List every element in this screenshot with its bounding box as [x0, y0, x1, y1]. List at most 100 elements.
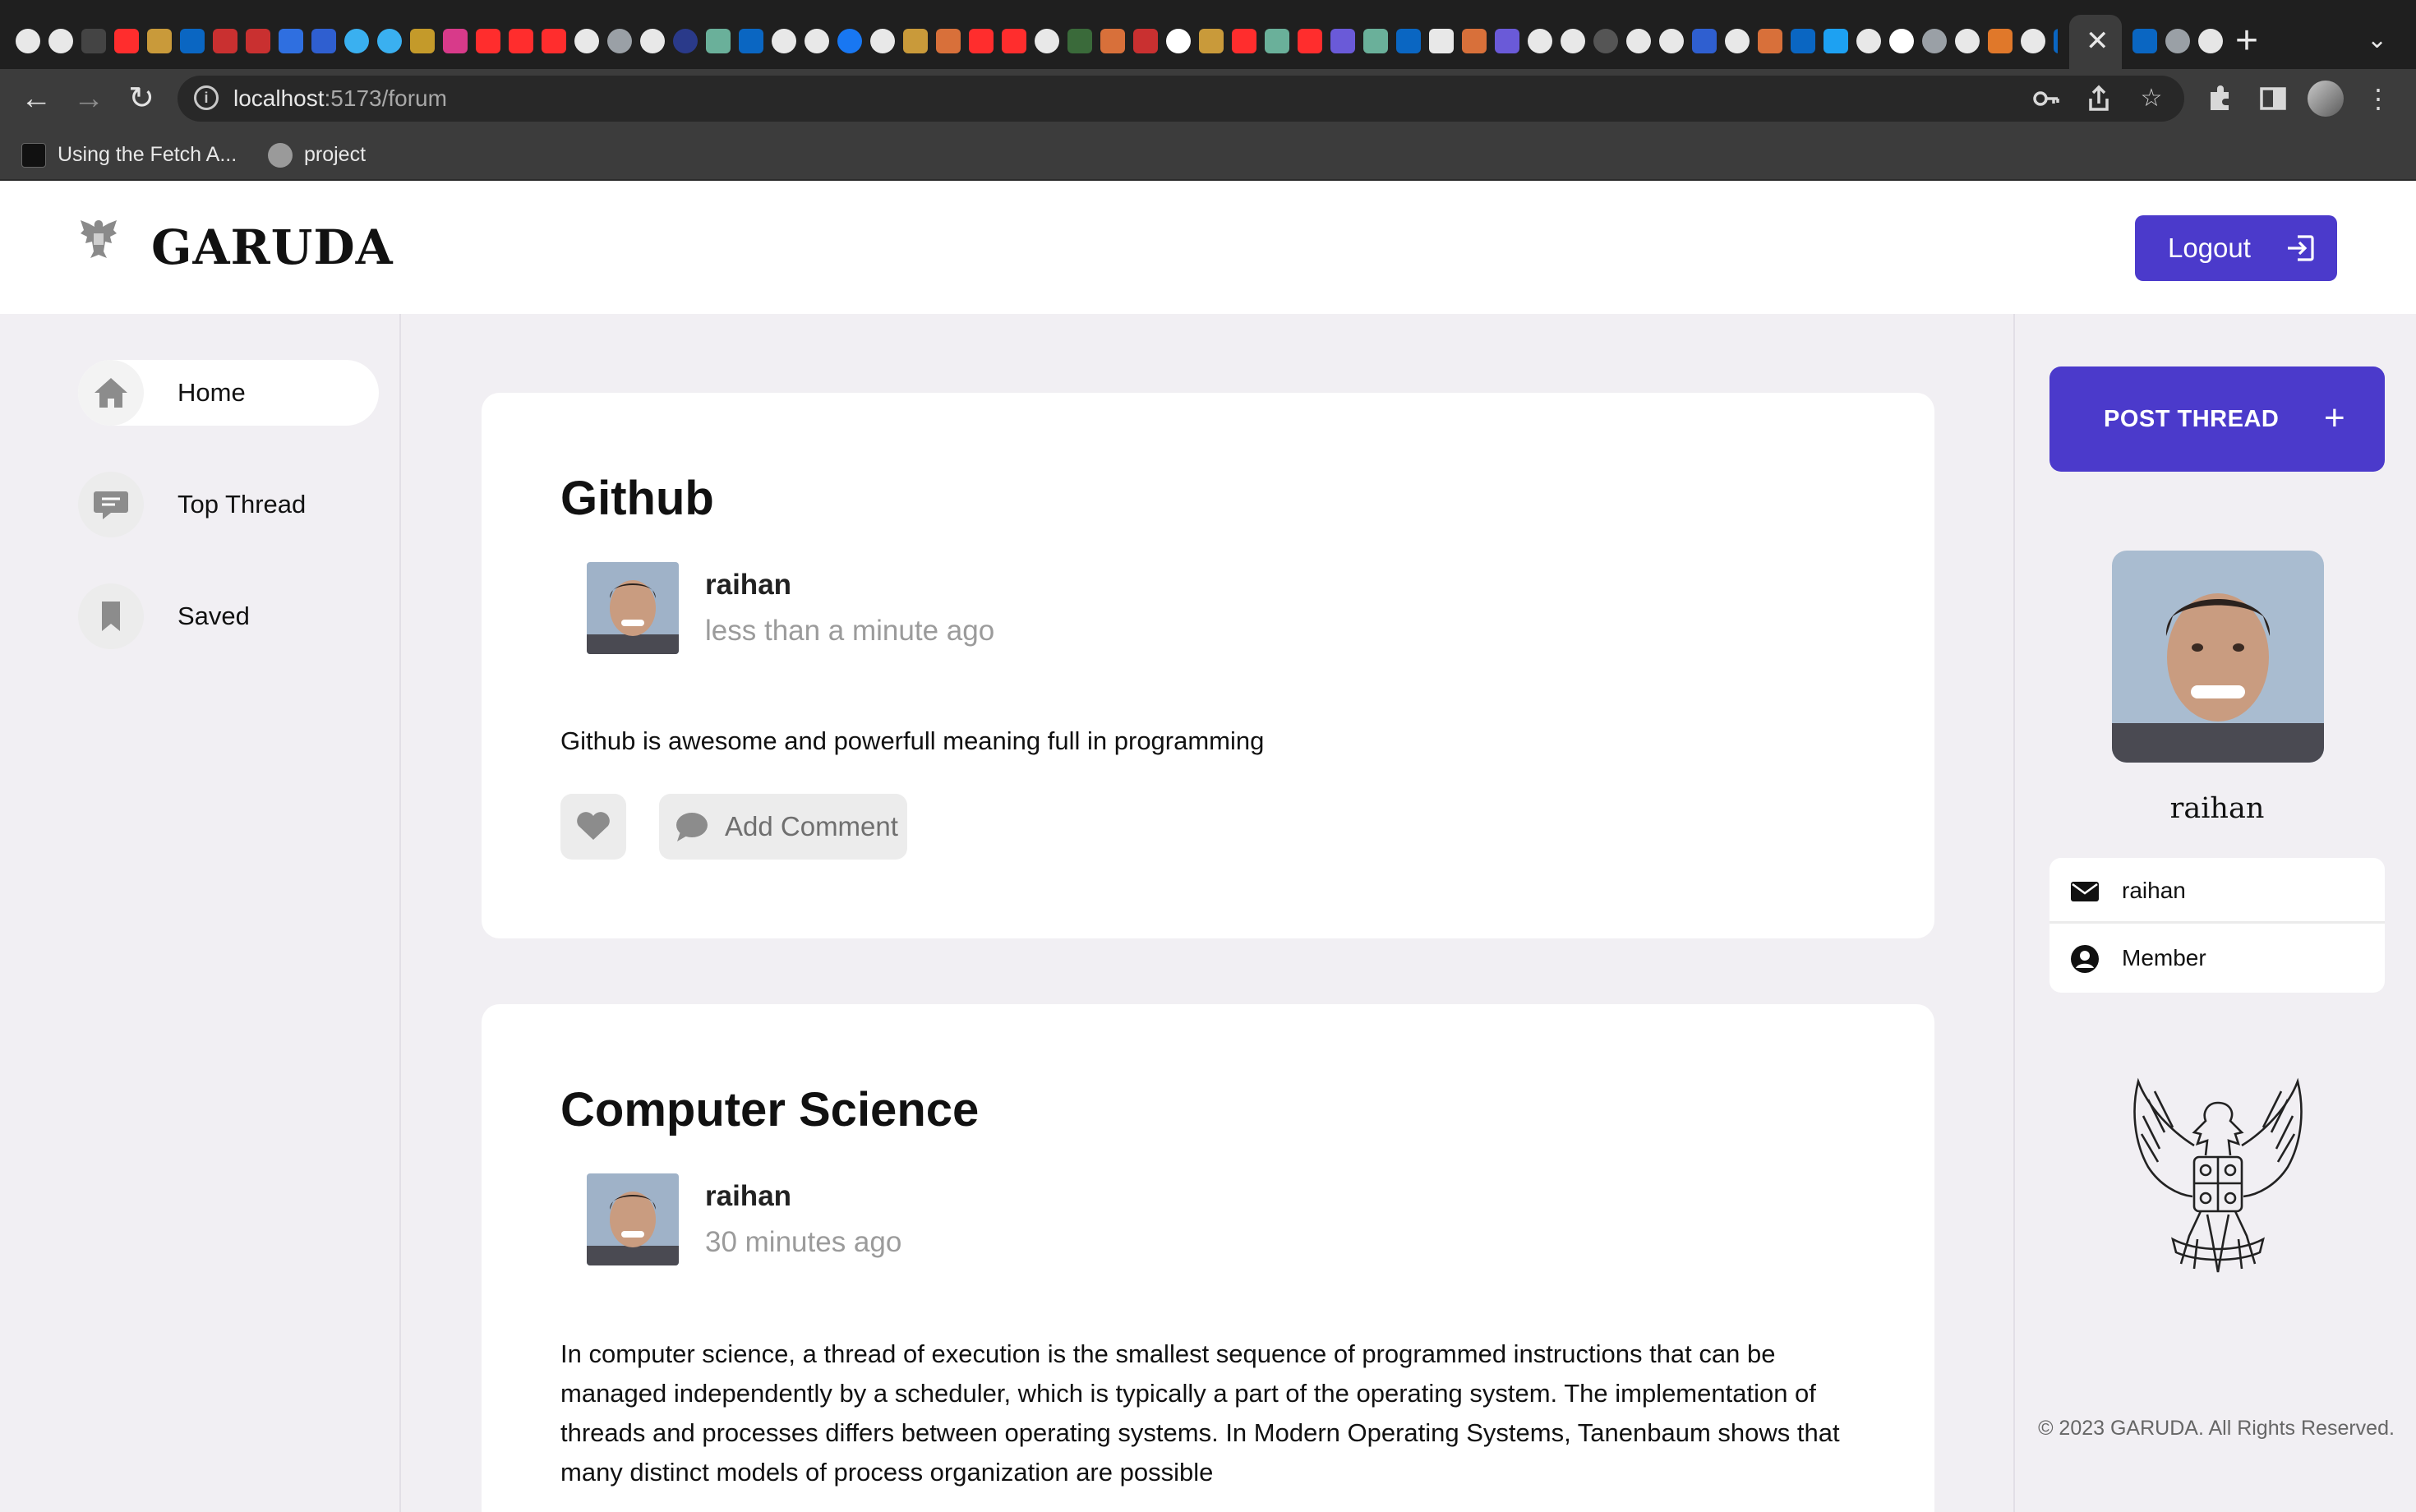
kebab-menu-icon[interactable]: ⋮	[2360, 81, 2396, 117]
extensions-icon[interactable]	[2202, 81, 2238, 117]
tab-favicon-icon[interactable]	[377, 29, 402, 53]
tab-favicon-icon[interactable]	[213, 29, 237, 53]
github-icon[interactable]	[2198, 29, 2223, 53]
vite-icon[interactable]	[410, 29, 435, 53]
github-icon[interactable]	[1856, 29, 1881, 53]
youtube-icon[interactable]	[509, 29, 533, 53]
site-info-icon[interactable]: i	[194, 85, 219, 110]
gitlab-icon[interactable]	[1100, 29, 1125, 53]
tab-favicon-icon[interactable]	[1429, 29, 1454, 53]
forward-arrow-icon[interactable]: →	[67, 77, 110, 120]
tab-favicon-icon[interactable]	[311, 29, 336, 53]
youtube-icon[interactable]	[542, 29, 566, 53]
tab-favicon-icon[interactable]	[870, 29, 895, 53]
tab-favicon-icon[interactable]	[1265, 29, 1289, 53]
tab-favicon-icon[interactable]	[1495, 29, 1519, 53]
garuda-logo-icon[interactable]	[77, 215, 120, 263]
google-icon[interactable]	[1889, 29, 1914, 53]
github-icon[interactable]	[1955, 29, 1980, 53]
github-icon[interactable]	[2021, 29, 2045, 53]
github-icon[interactable]	[640, 29, 665, 53]
tab-favicon-icon[interactable]	[673, 29, 698, 53]
tab-favicon-icon[interactable]	[607, 29, 632, 53]
dev-icon[interactable]	[81, 29, 106, 53]
thread-title[interactable]: Github	[560, 472, 714, 526]
gitlab-icon[interactable]	[936, 29, 961, 53]
youtube-icon[interactable]	[114, 29, 139, 53]
bookmark-fetch-api[interactable]: Using the Fetch A...	[21, 140, 237, 169]
share-icon[interactable]	[2082, 82, 2115, 115]
github-icon[interactable]	[772, 29, 796, 53]
reload-icon[interactable]: ↻	[120, 77, 163, 120]
browser-profile-avatar[interactable]	[2308, 81, 2344, 117]
twitter-icon[interactable]	[1824, 29, 1848, 53]
bookmark-star-icon[interactable]: ☆	[2135, 82, 2168, 115]
youtube-icon[interactable]	[1002, 29, 1026, 53]
linkedin-icon[interactable]	[739, 29, 763, 53]
like-button[interactable]	[560, 794, 626, 860]
tab-favicon-icon[interactable]	[279, 29, 303, 53]
author-avatar[interactable]	[587, 1173, 679, 1265]
linkedin-icon[interactable]	[2054, 29, 2058, 53]
tab-favicon-icon[interactable]	[1133, 29, 1158, 53]
thread-author[interactable]: raihan	[705, 569, 791, 602]
tab-favicon-icon[interactable]	[1593, 29, 1618, 53]
new-tab-button[interactable]: +	[2235, 18, 2258, 64]
github-icon[interactable]	[48, 29, 73, 53]
github-icon[interactable]	[1626, 29, 1651, 53]
linkedin-icon[interactable]	[1396, 29, 1421, 53]
tab-favicon-icon[interactable]	[246, 29, 270, 53]
brand-title[interactable]: GARUDA	[151, 219, 394, 276]
gitlab-icon[interactable]	[1462, 29, 1487, 53]
author-avatar[interactable]	[587, 562, 679, 654]
star-icon[interactable]	[147, 29, 172, 53]
trailing-tab-favicons[interactable]	[2128, 25, 2223, 58]
github-icon[interactable]	[16, 29, 40, 53]
gitlab-icon[interactable]	[1758, 29, 1782, 53]
github-icon[interactable]	[1561, 29, 1585, 53]
sidebar-item-saved[interactable]: Saved	[78, 583, 379, 649]
sidebar-item-home[interactable]: Home	[78, 360, 379, 426]
tab-favicon-icon[interactable]	[344, 29, 369, 53]
youtube-icon[interactable]	[476, 29, 500, 53]
tab-favicon-icon[interactable]	[706, 29, 731, 53]
tab-favicon-icon[interactable]	[1363, 29, 1388, 53]
side-panel-icon[interactable]	[2255, 81, 2291, 117]
github-icon[interactable]	[1659, 29, 1684, 53]
github-icon[interactable]	[574, 29, 599, 53]
linkedin-icon[interactable]	[1791, 29, 1815, 53]
star-icon[interactable]	[903, 29, 928, 53]
linkedin-icon[interactable]	[180, 29, 205, 53]
github-icon[interactable]	[1035, 29, 1059, 53]
github-icon[interactable]	[805, 29, 829, 53]
tab-favicon-icon[interactable]	[1988, 29, 2013, 53]
post-thread-button[interactable]: POST THREAD +	[2049, 366, 2385, 472]
close-tab-icon[interactable]: ✕	[2086, 25, 2109, 58]
logout-button[interactable]: Logout	[2135, 215, 2337, 281]
bookmark-project[interactable]: project	[268, 140, 366, 169]
linkedin-icon[interactable]	[2132, 29, 2157, 53]
google-icon[interactable]	[1166, 29, 1191, 53]
thread-author[interactable]: raihan	[705, 1180, 791, 1213]
active-tab[interactable]: ✕	[2069, 15, 2122, 69]
youtube-icon[interactable]	[1298, 29, 1322, 53]
tab-favicons[interactable]	[12, 25, 2058, 58]
tab-favicon-icon[interactable]	[1922, 29, 1947, 53]
chrome-icon[interactable]	[2165, 29, 2190, 53]
thread-card[interactable]: Github raihan less than a minute ago Git…	[482, 393, 1934, 938]
sidebar-item-top-thread[interactable]: Top Thread	[78, 472, 379, 537]
tab-search-chevron-icon[interactable]: ⌄	[2367, 21, 2387, 59]
instagram-icon[interactable]	[443, 29, 468, 53]
thread-title[interactable]: Computer Science	[560, 1083, 979, 1137]
facebook-icon[interactable]	[837, 29, 862, 53]
address-bar[interactable]: i localhost:5173/forum ☆	[178, 76, 2184, 122]
star-icon[interactable]	[1199, 29, 1224, 53]
youtube-icon[interactable]	[1232, 29, 1256, 53]
github-icon[interactable]	[1725, 29, 1750, 53]
tab-favicon-icon[interactable]	[1067, 29, 1092, 53]
key-icon[interactable]	[2030, 82, 2063, 115]
github-icon[interactable]	[1528, 29, 1552, 53]
url-text[interactable]: localhost:5173/forum	[233, 85, 447, 112]
thread-card[interactable]: Computer Science raihan 30 minutes ago I…	[482, 1004, 1934, 1512]
back-arrow-icon[interactable]: ←	[15, 77, 58, 120]
